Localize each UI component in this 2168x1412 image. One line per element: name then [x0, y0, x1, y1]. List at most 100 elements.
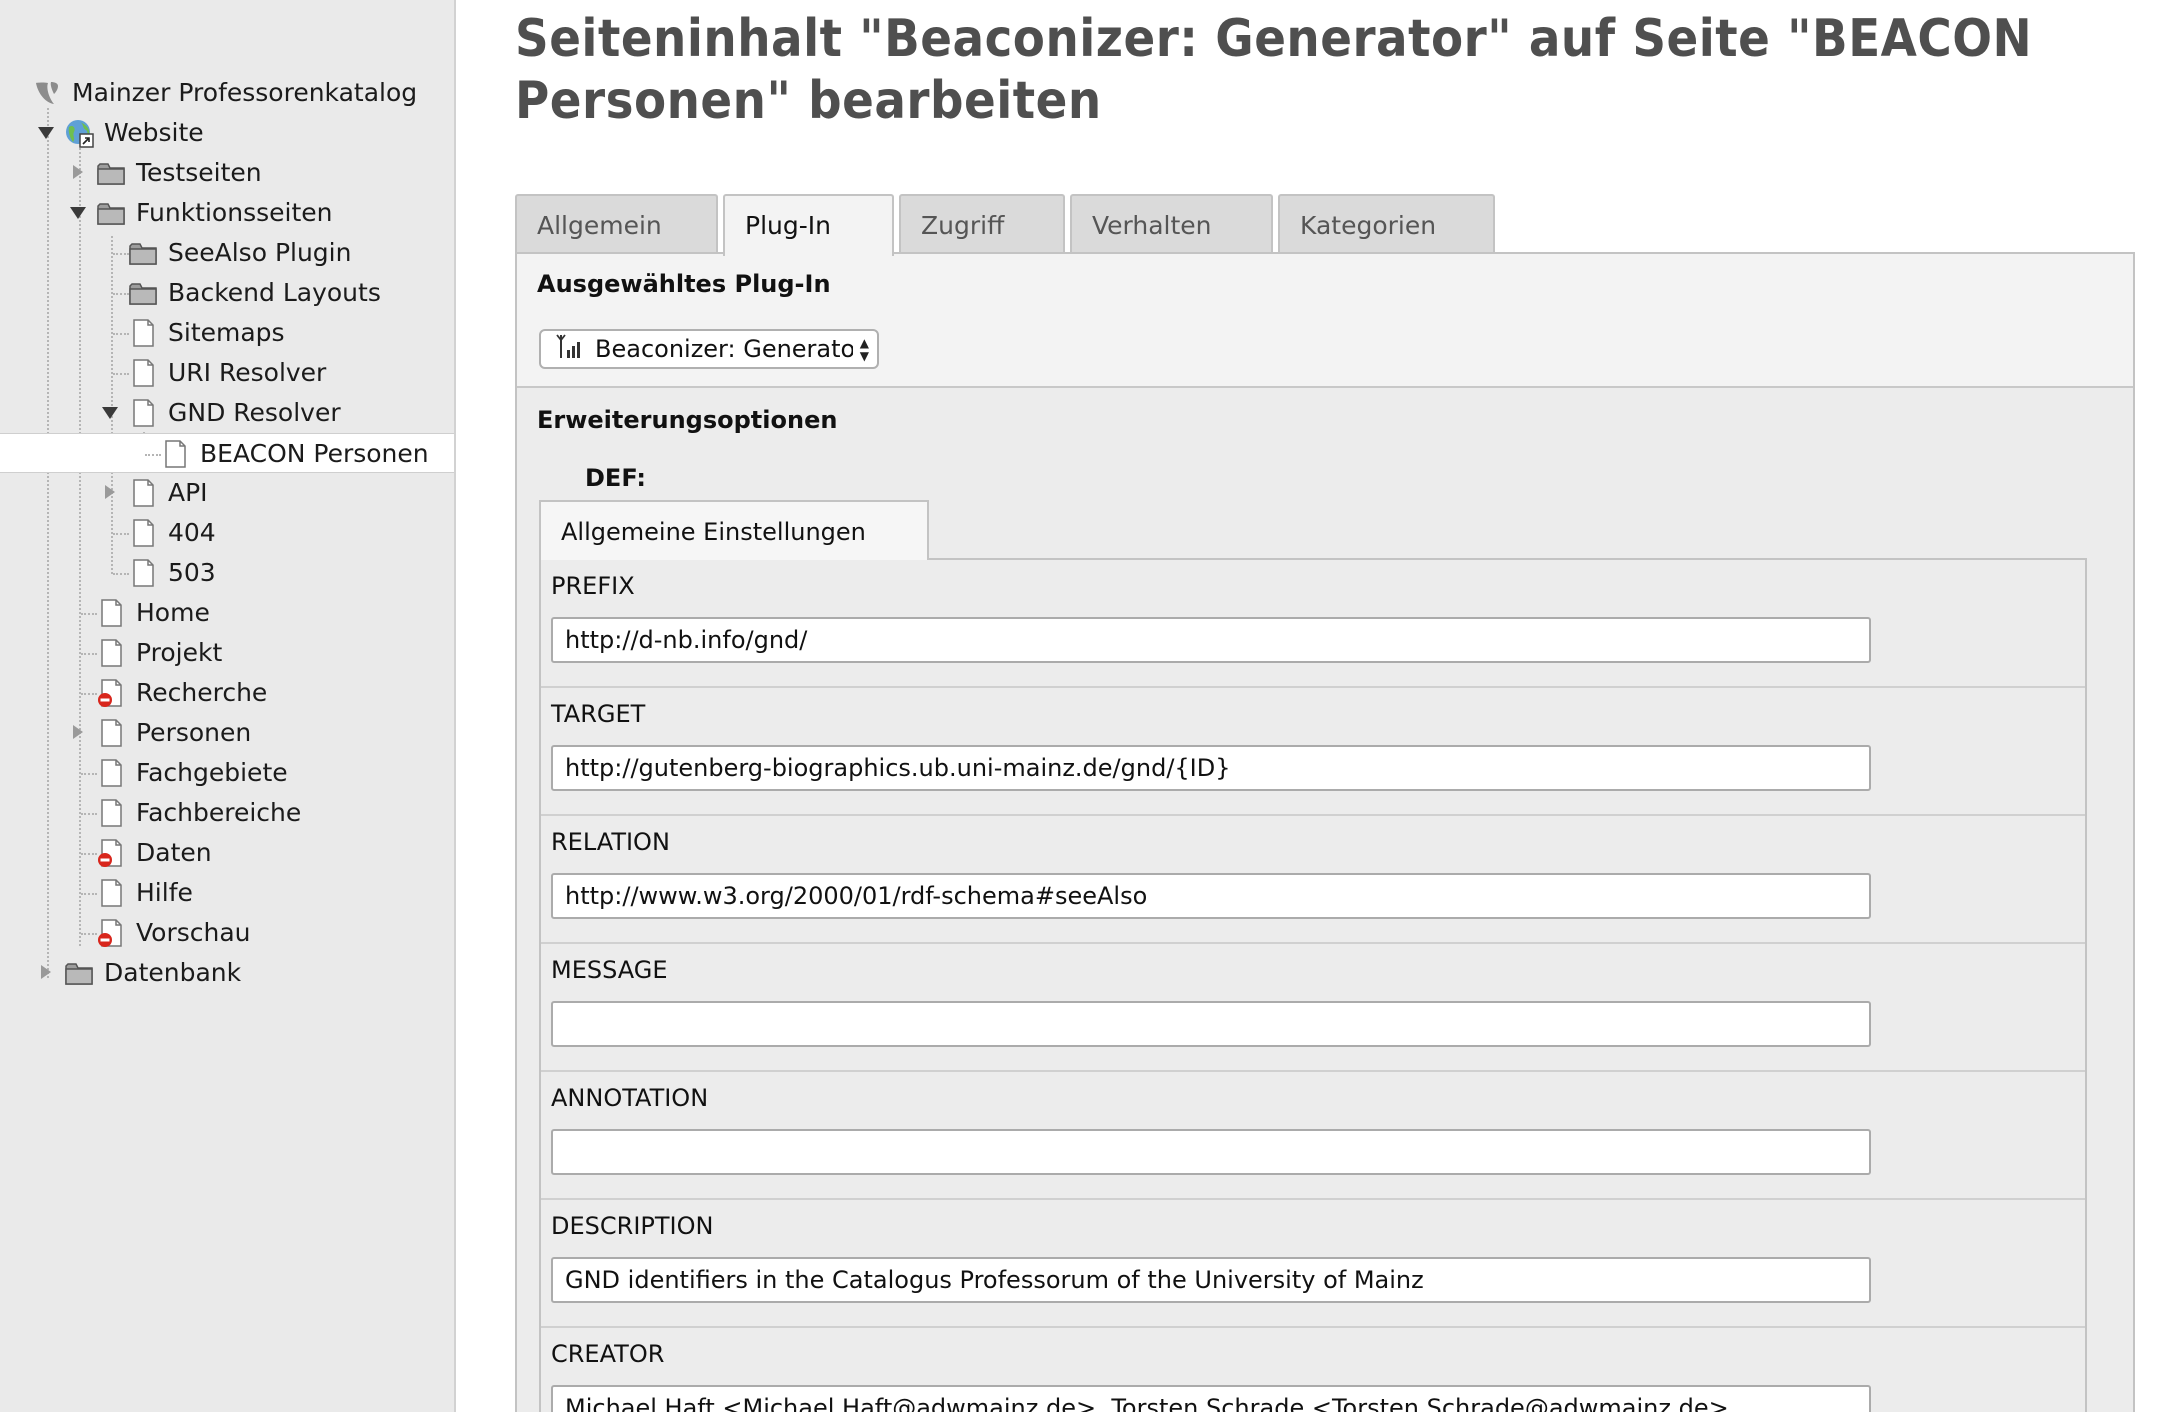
tree-item-label: Fachgebiete — [136, 758, 288, 787]
tab-allgemeine-einstellungen[interactable]: Allgemeine Einstellungen — [539, 500, 929, 560]
tree-item-daten[interactable]: Daten — [0, 833, 454, 873]
page-icon — [128, 558, 158, 588]
tree-item-label: Home — [136, 598, 210, 627]
field-message: MESSAGE — [541, 944, 2085, 1072]
field-label: CREATOR — [551, 1340, 665, 1368]
field-annotation: ANNOTATION — [541, 1072, 2085, 1200]
tree-item-label: Fachbereiche — [136, 798, 302, 827]
tree-item-503[interactable]: 503 — [0, 553, 454, 593]
tree-item-api[interactable]: API — [0, 473, 454, 513]
tree-item-testseiten[interactable]: Testseiten — [0, 153, 454, 193]
field-prefix: PREFIX http://d-nb.info/gnd/ — [541, 560, 2085, 688]
prefix-input[interactable]: http://d-nb.info/gnd/ — [551, 617, 1871, 663]
tree-root-label: Mainzer Professorenkatalog — [72, 78, 418, 107]
page-restricted-icon — [96, 918, 126, 948]
annotation-input[interactable] — [551, 1129, 1871, 1175]
select-arrows-icon: ▲ ▼ — [859, 336, 869, 363]
tree-item-label: Recherche — [136, 678, 268, 707]
field-description: DESCRIPTION GND identifiers in the Catal… — [541, 1200, 2085, 1328]
globe-icon — [64, 118, 94, 148]
collapse-toggle-icon[interactable] — [70, 205, 86, 221]
tab-zugriff[interactable]: Zugriff — [899, 194, 1065, 254]
selected-plugin-heading: Ausgewähltes Plug-In — [537, 270, 831, 298]
message-input[interactable] — [551, 1001, 1871, 1047]
field-relation: RELATION http://www.w3.org/2000/01/rdf-s… — [541, 816, 2085, 944]
tree-item-label: URI Resolver — [168, 358, 327, 387]
tree-item-beacon-personen[interactable]: BEACON Personen — [0, 433, 454, 473]
tree-item-label: Datenbank — [104, 958, 242, 987]
tree-item-label: 503 — [168, 558, 216, 587]
tree-item-projekt[interactable]: Projekt — [0, 633, 454, 673]
plugin-select-value: Beaconizer: Generator — [595, 335, 853, 363]
plugin-select[interactable]: Beaconizer: Generator ▲ ▼ — [539, 329, 879, 369]
field-label: TARGET — [551, 700, 646, 728]
content-editor: Seiteninhalt "Beaconizer: Generator" auf… — [515, 0, 2150, 1412]
tree-item-label: API — [168, 478, 208, 507]
expand-toggle-icon[interactable] — [70, 725, 86, 741]
folder-icon — [96, 198, 126, 228]
tree-item-label: Projekt — [136, 638, 223, 667]
target-input[interactable]: http://gutenberg-biographics.ub.uni-main… — [551, 745, 1871, 791]
tree-item-backend-layouts[interactable]: Backend Layouts — [0, 273, 454, 313]
page-icon — [96, 598, 126, 628]
collapse-toggle-icon[interactable] — [38, 125, 54, 141]
typo3-logo-icon — [32, 78, 62, 108]
page-icon — [128, 318, 158, 348]
plugin-icon — [555, 332, 585, 366]
tree-item-website[interactable]: Website — [0, 113, 454, 153]
expand-toggle-icon[interactable] — [70, 165, 86, 181]
tab-panel-plug-in: Ausgewähltes Plug-In Beaconizer: Generat… — [515, 252, 2135, 1412]
tab-plug-in[interactable]: Plug-In — [723, 194, 894, 256]
tree-item-home[interactable]: Home — [0, 593, 454, 633]
tree-item-funktionsseiten[interactable]: Funktionsseiten — [0, 193, 454, 233]
tree-root[interactable]: Mainzer Professorenkatalog — [0, 73, 454, 113]
tree-item-vorschau[interactable]: Vorschau — [0, 913, 454, 953]
tab-verhalten[interactable]: Verhalten — [1070, 194, 1273, 254]
expand-toggle-icon[interactable] — [38, 965, 54, 981]
tree-item-label: BEACON Personen — [200, 439, 429, 468]
tree-item-label: GND Resolver — [168, 398, 341, 427]
tree-item-recherche[interactable]: Recherche — [0, 673, 454, 713]
creator-input[interactable]: Michael Haft <Michael.Haft@adwmainz.de>,… — [551, 1385, 1871, 1412]
tree-item-uri-resolver[interactable]: URI Resolver — [0, 353, 454, 393]
tree-item-datenbank[interactable]: Datenbank — [0, 953, 454, 993]
page-icon — [128, 478, 158, 508]
tree-item-fachgebiete[interactable]: Fachgebiete — [0, 753, 454, 793]
page-icon — [160, 439, 190, 469]
folder-icon — [64, 958, 94, 988]
page-tree: Mainzer Professorenkatalog Website Tests… — [0, 0, 456, 1412]
page-title: Seiteninhalt "Beaconizer: Generator" auf… — [515, 9, 2033, 131]
field-label: ANNOTATION — [551, 1084, 709, 1112]
relation-input[interactable]: http://www.w3.org/2000/01/rdf-schema#see… — [551, 873, 1871, 919]
field-label: MESSAGE — [551, 956, 668, 984]
description-input[interactable]: GND identifiers in the Catalogus Profess… — [551, 1257, 1871, 1303]
tab-kategorien[interactable]: Kategorien — [1278, 194, 1495, 254]
tree-item-gnd-resolver[interactable]: GND Resolver — [0, 393, 454, 433]
page-icon — [128, 358, 158, 388]
folder-icon — [128, 278, 158, 308]
page-icon — [96, 878, 126, 908]
collapse-toggle-icon[interactable] — [102, 405, 118, 421]
field-label: DESCRIPTION — [551, 1212, 714, 1240]
page-icon — [128, 398, 158, 428]
tree-item-seealso-plugin[interactable]: SeeAlso Plugin — [0, 233, 454, 273]
expand-toggle-icon[interactable] — [102, 485, 118, 501]
tree-item-label: SeeAlso Plugin — [168, 238, 352, 267]
field-target: TARGET http://gutenberg-biographics.ub.u… — [541, 688, 2085, 816]
page-icon — [96, 798, 126, 828]
tree-item-hilfe[interactable]: Hilfe — [0, 873, 454, 913]
def-label: DEF: — [585, 464, 646, 492]
tree-item-sitemaps[interactable]: Sitemaps — [0, 313, 454, 353]
field-creator: CREATOR Michael Haft <Michael.Haft@adwma… — [541, 1328, 2085, 1412]
folder-icon — [128, 238, 158, 268]
page-icon — [96, 638, 126, 668]
tree-item-label: Backend Layouts — [168, 278, 381, 307]
tree-item-fachbereiche[interactable]: Fachbereiche — [0, 793, 454, 833]
tree-item-404[interactable]: 404 — [0, 513, 454, 553]
tab-allgemein[interactable]: Allgemein — [515, 194, 718, 254]
tree-item-personen[interactable]: Personen — [0, 713, 454, 753]
page-icon — [96, 758, 126, 788]
page-icon — [96, 718, 126, 748]
page-restricted-icon — [96, 838, 126, 868]
tree-item-label: 404 — [168, 518, 216, 547]
